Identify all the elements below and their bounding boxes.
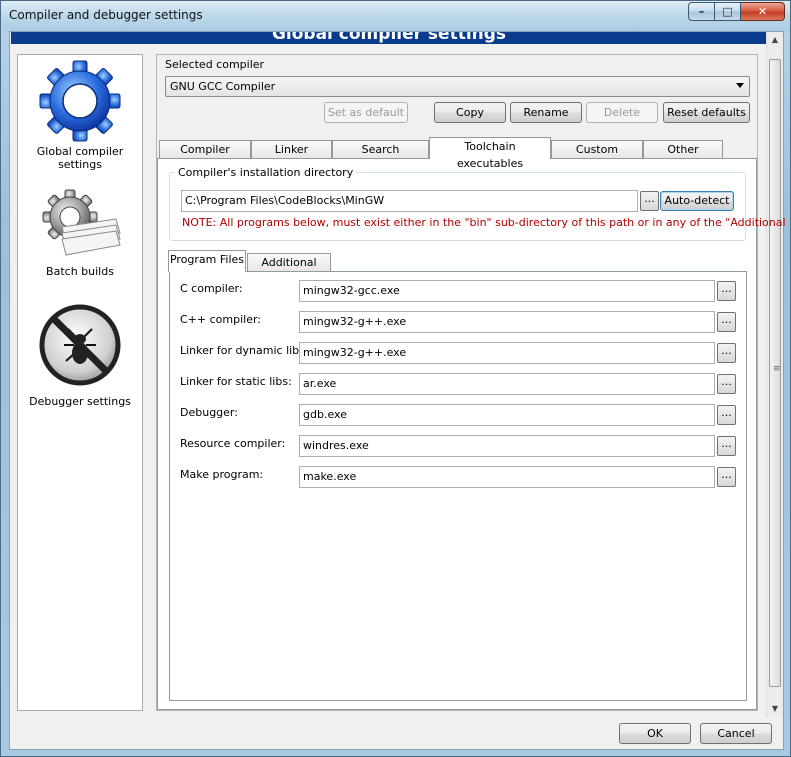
c-compiler-label: C compiler: bbox=[180, 282, 243, 295]
scroll-up-arrow-icon[interactable]: ▲ bbox=[767, 32, 783, 48]
tab-toolchain-executables[interactable]: Toolchain executables bbox=[429, 137, 551, 170]
maximize-button[interactable]: □ bbox=[715, 2, 741, 21]
tab-custom-variables[interactable]: Custom variables bbox=[551, 140, 643, 173]
header-banner: Global compiler settings bbox=[11, 32, 767, 44]
dialog-window: Compiler and debugger settings – □ ✕ Glo… bbox=[0, 0, 791, 757]
tab-additional-paths[interactable]: Additional Paths bbox=[247, 253, 331, 286]
debugger-input[interactable]: gdb.exe bbox=[299, 404, 715, 426]
installation-directory-group: Compiler's installation directory C:\Pro… bbox=[169, 166, 786, 241]
make-program-input[interactable]: make.exe bbox=[299, 466, 715, 488]
close-button[interactable]: ✕ bbox=[741, 2, 785, 21]
settings-category-list: Global compiler settings Batch builds De… bbox=[17, 54, 143, 711]
reset-defaults-button[interactable]: Reset defaults bbox=[663, 102, 750, 123]
cpp-compiler-label: C++ compiler: bbox=[180, 313, 262, 326]
installation-note: NOTE: All programs below, must exist eit… bbox=[182, 216, 786, 229]
static-linker-input[interactable]: ar.exe bbox=[299, 373, 715, 395]
compiler-select[interactable]: GNU GCC Compiler bbox=[165, 76, 750, 97]
resource-compiler-browse-button[interactable]: ... bbox=[717, 436, 736, 456]
compiler-select-value: GNU GCC Compiler bbox=[170, 80, 276, 93]
banner-title: Global compiler settings bbox=[271, 32, 507, 44]
dynamic-linker-label: Linker for dynamic libs: bbox=[180, 344, 309, 357]
dynamic-linker-browse-button[interactable]: ... bbox=[717, 343, 736, 363]
window-title: Compiler and debugger settings bbox=[9, 8, 203, 22]
delete-button[interactable]: Delete bbox=[586, 102, 658, 123]
cpp-compiler-browse-button[interactable]: ... bbox=[717, 312, 736, 332]
copy-button[interactable]: Copy bbox=[434, 102, 506, 123]
debugger-browse-button[interactable]: ... bbox=[717, 405, 736, 425]
sidebar-item-label: Debugger settings bbox=[29, 395, 131, 408]
tab-compiler-settings[interactable]: Compiler settings bbox=[159, 140, 251, 173]
ok-button[interactable]: OK bbox=[619, 723, 691, 744]
sidebar-item-label: Batch builds bbox=[46, 265, 114, 278]
rename-button[interactable]: Rename bbox=[510, 102, 582, 123]
tab-other-settings[interactable]: Other settings bbox=[643, 140, 723, 173]
grip-icon: ≡ bbox=[773, 364, 781, 374]
dialog-client: Global compiler settings ▲ ≡ ▼ Global co… bbox=[9, 31, 786, 750]
scroll-down-arrow-icon[interactable]: ▼ bbox=[767, 701, 783, 717]
minimize-button[interactable]: – bbox=[688, 2, 715, 21]
sidebar-item-debugger[interactable]: Debugger settings bbox=[18, 301, 142, 411]
tab-linker-settings[interactable]: Linker settings bbox=[251, 140, 332, 173]
sidebar-item-batch-builds[interactable]: Batch builds bbox=[18, 185, 142, 285]
title-bar[interactable]: Compiler and debugger settings – □ ✕ bbox=[1, 1, 790, 31]
batch-gear-icon bbox=[42, 189, 121, 256]
chevron-down-icon[interactable] bbox=[736, 83, 744, 88]
scrollbar-thumb[interactable]: ≡ bbox=[769, 59, 781, 687]
sidebar-item-global-compiler[interactable]: Global compiler settings bbox=[18, 57, 142, 171]
vertical-scrollbar[interactable]: ▲ ≡ ▼ bbox=[766, 32, 783, 717]
static-linker-label: Linker for static libs: bbox=[180, 375, 292, 388]
browse-directory-button[interactable]: ... bbox=[640, 191, 659, 211]
sidebar-item-label: Global compiler settings bbox=[36, 145, 124, 171]
debugger-label: Debugger: bbox=[180, 406, 238, 419]
make-program-browse-button[interactable]: ... bbox=[717, 467, 736, 487]
tab-search-directories[interactable]: Search directories bbox=[332, 140, 429, 173]
toolchain-executables-panel: Compiler's installation directory C:\Pro… bbox=[157, 158, 786, 710]
auto-detect-button[interactable]: Auto-detect bbox=[660, 191, 734, 211]
set-as-default-button[interactable]: Set as default bbox=[324, 102, 408, 123]
resource-compiler-label: Resource compiler: bbox=[180, 437, 286, 450]
group-title: Compiler's installation directory bbox=[175, 166, 357, 179]
program-files-panel: C compiler: mingw32-gcc.exe ... C++ comp… bbox=[169, 271, 747, 701]
settings-tabs: Compiler settings Linker settings Search… bbox=[157, 137, 757, 173]
static-linker-browse-button[interactable]: ... bbox=[717, 374, 736, 394]
cancel-button[interactable]: Cancel bbox=[700, 723, 772, 744]
installation-directory-input[interactable]: C:\Program Files\CodeBlocks\MinGW bbox=[181, 190, 638, 212]
settings-panel: Selected compiler GNU GCC Compiler Set a… bbox=[156, 54, 786, 711]
resource-compiler-input[interactable]: windres.exe bbox=[299, 435, 715, 457]
dynamic-linker-input[interactable]: mingw32-g++.exe bbox=[299, 342, 715, 364]
window-controls: – □ ✕ bbox=[688, 2, 785, 21]
c-compiler-browse-button[interactable]: ... bbox=[717, 281, 736, 301]
tab-program-files[interactable]: Program Files bbox=[168, 250, 246, 272]
gear-icon bbox=[39, 60, 121, 142]
cpp-compiler-input[interactable]: mingw32-g++.exe bbox=[299, 311, 715, 333]
make-program-label: Make program: bbox=[180, 468, 264, 481]
bug-icon bbox=[39, 304, 121, 386]
selected-compiler-label: Selected compiler bbox=[165, 58, 265, 71]
c-compiler-input[interactable]: mingw32-gcc.exe bbox=[299, 280, 715, 302]
